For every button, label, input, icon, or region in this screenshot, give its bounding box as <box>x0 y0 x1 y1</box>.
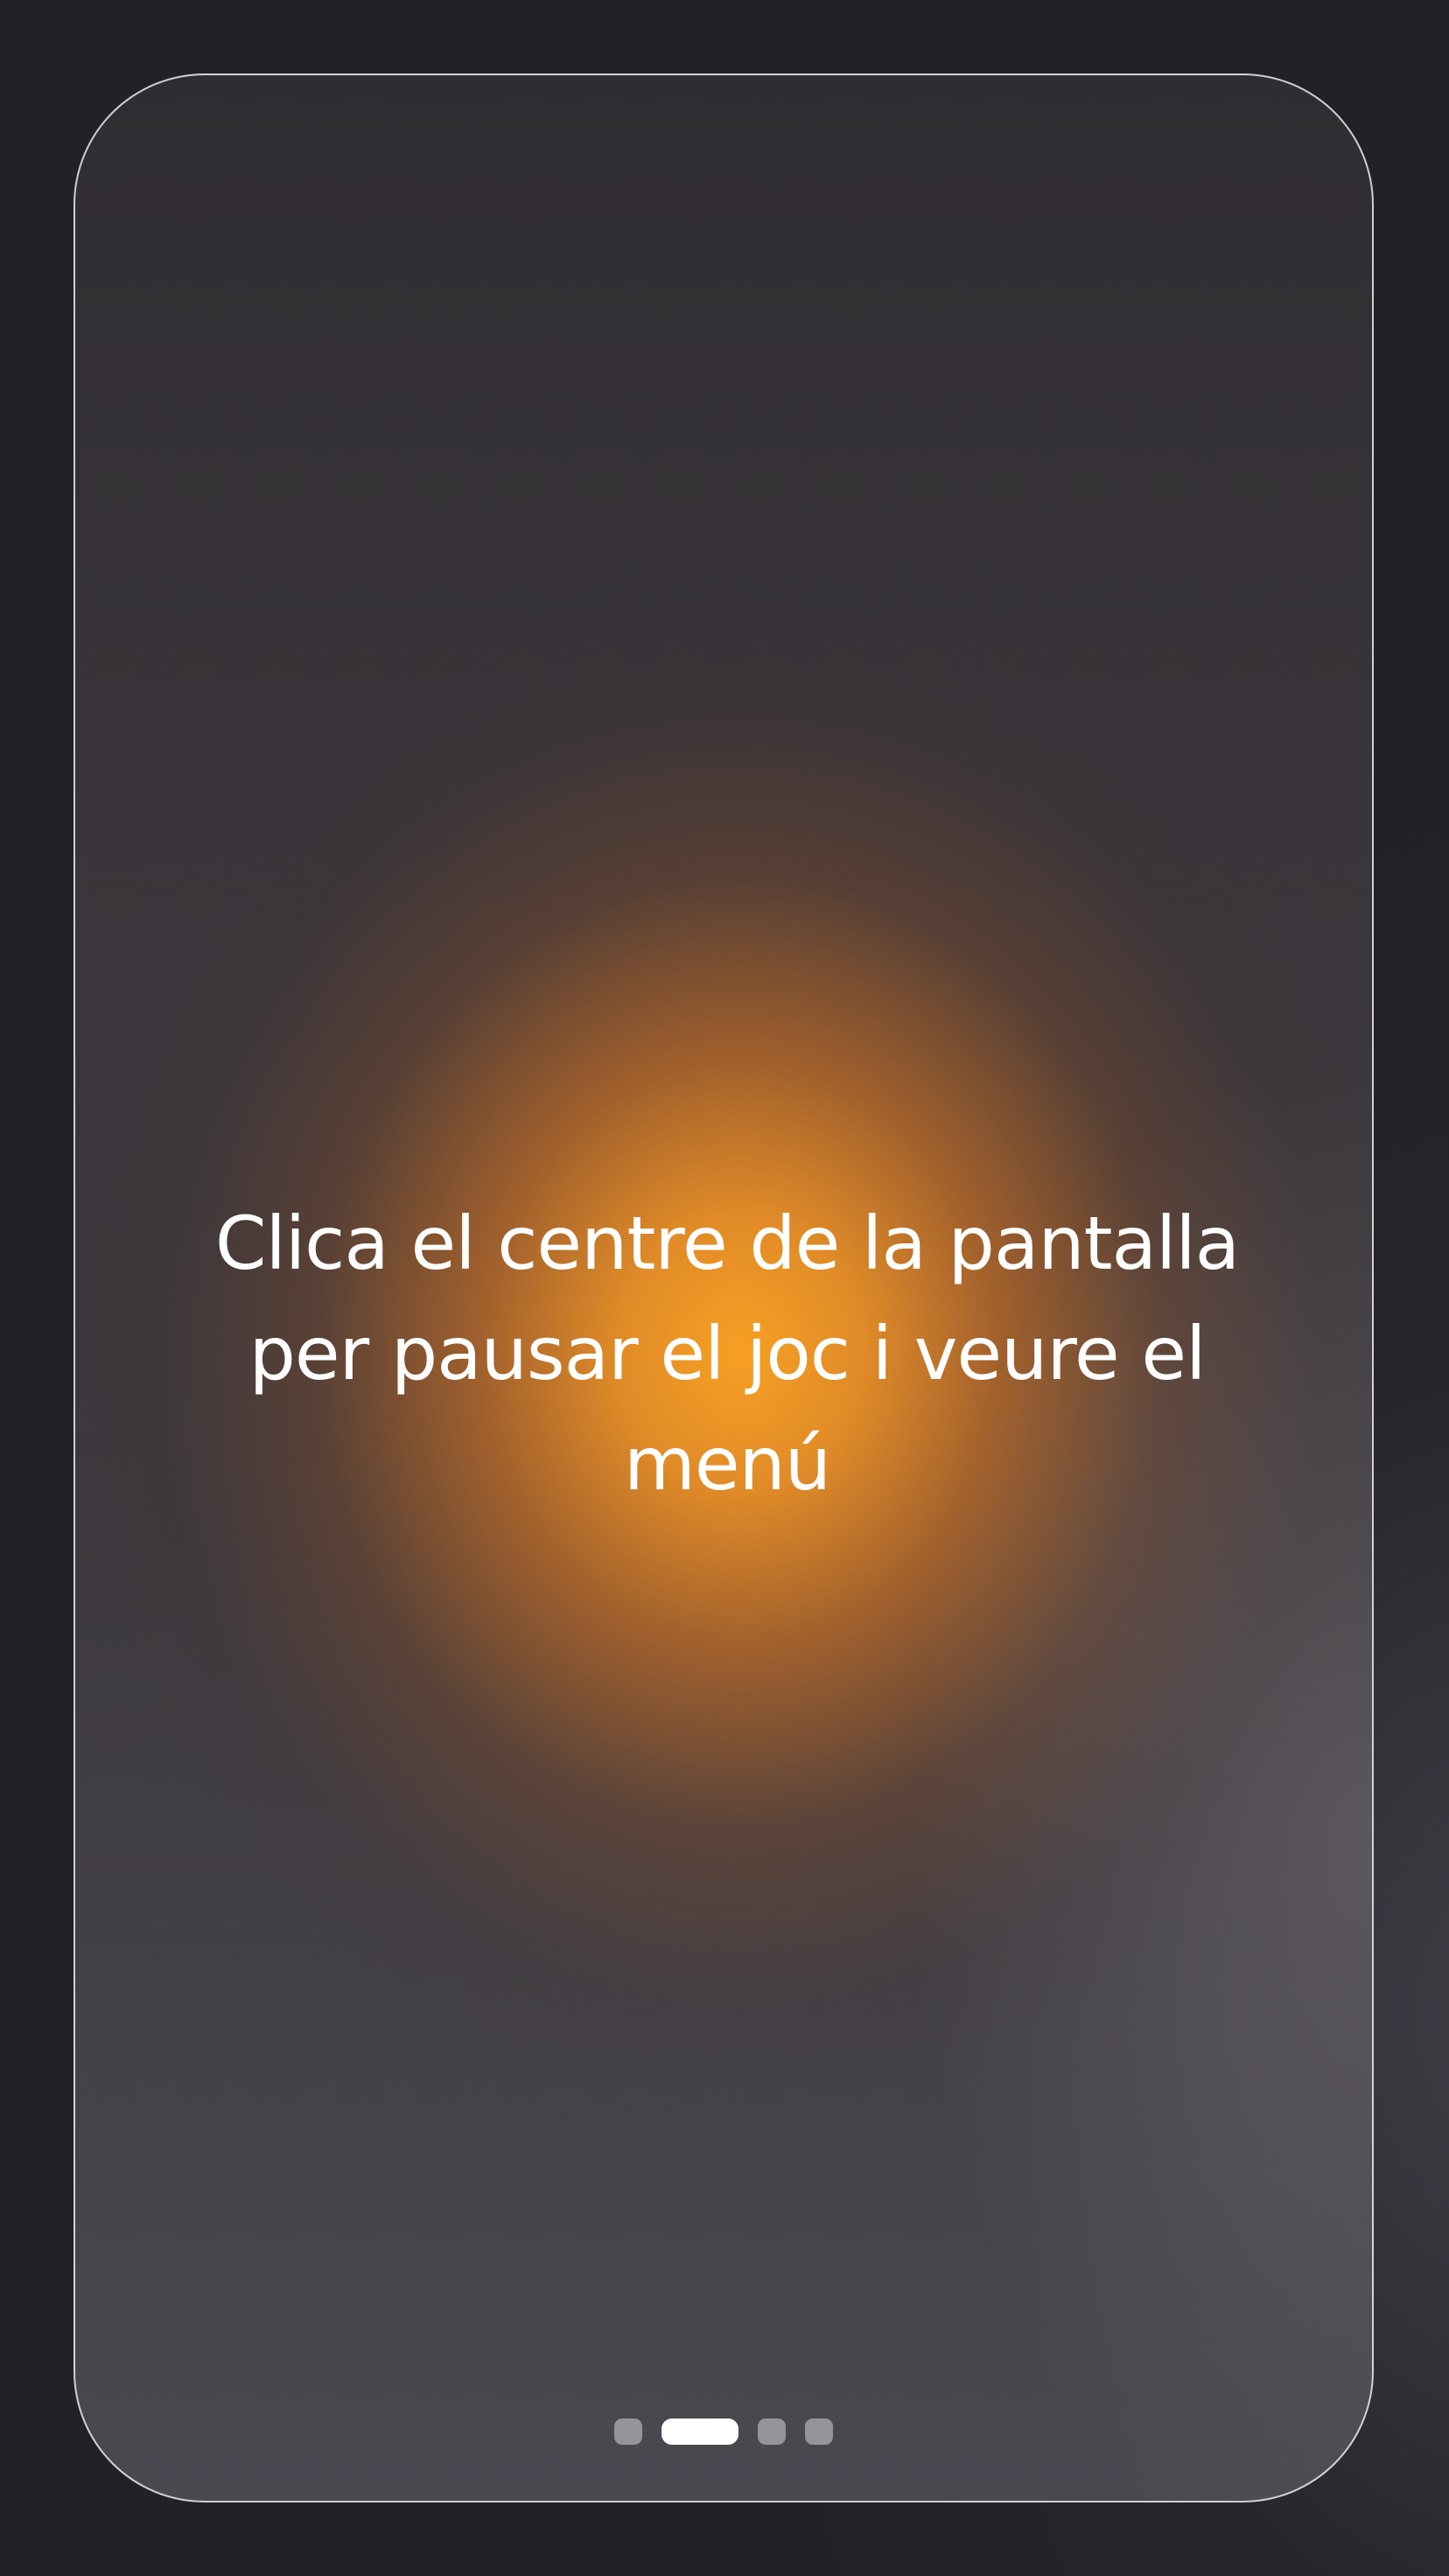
page-dot-1[interactable] <box>614 2418 642 2445</box>
page-indicator <box>75 2417 1372 2446</box>
screen: Clica el centre de la pantalla per pausa… <box>0 0 1449 2576</box>
page-dot-3[interactable] <box>758 2418 786 2445</box>
instruction-text: Clica el centre de la pantalla per pausa… <box>214 1200 1240 1507</box>
page-dot-2-active[interactable] <box>662 2418 738 2445</box>
onboarding-card[interactable]: Clica el centre de la pantalla per pausa… <box>74 74 1374 2502</box>
page-dot-4[interactable] <box>805 2418 833 2445</box>
